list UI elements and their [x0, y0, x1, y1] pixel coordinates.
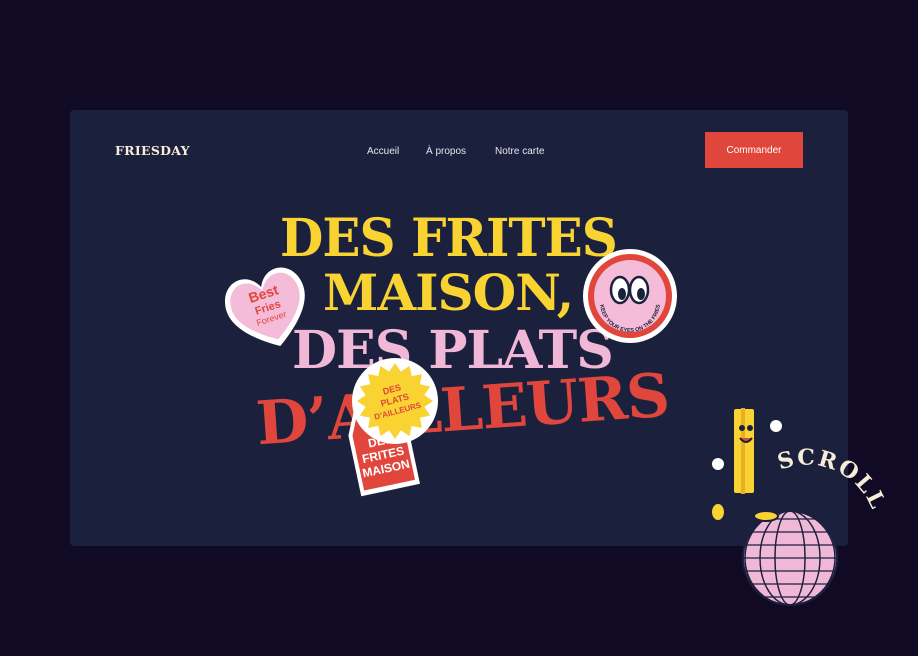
eyes-sticker: KEEP YOUR EYES ON THE FRIES: [583, 249, 677, 343]
commander-button[interactable]: Commander: [705, 132, 803, 168]
nav-notre-carte[interactable]: Notre carte: [495, 146, 544, 157]
plats-dailleurs-sun-sticker: DES PLATS D’AILLEURS: [352, 358, 438, 444]
scroll-indicator[interactable]: SCROLL: [770, 440, 900, 570]
svg-text:SCROLL: SCROLL: [775, 445, 892, 515]
brand-logo[interactable]: FRIESDAY: [115, 143, 190, 158]
hero-title-line-1: DES FRITES: [280, 206, 618, 269]
scroll-label: SCROLL: [775, 445, 890, 515]
hero-title-line-2: MAISON,: [323, 263, 574, 322]
nav-a-propos[interactable]: À propos: [426, 146, 466, 157]
best-fries-heart-sticker: Best Fries Forever: [225, 267, 305, 347]
nav-accueil[interactable]: Accueil: [367, 146, 399, 157]
